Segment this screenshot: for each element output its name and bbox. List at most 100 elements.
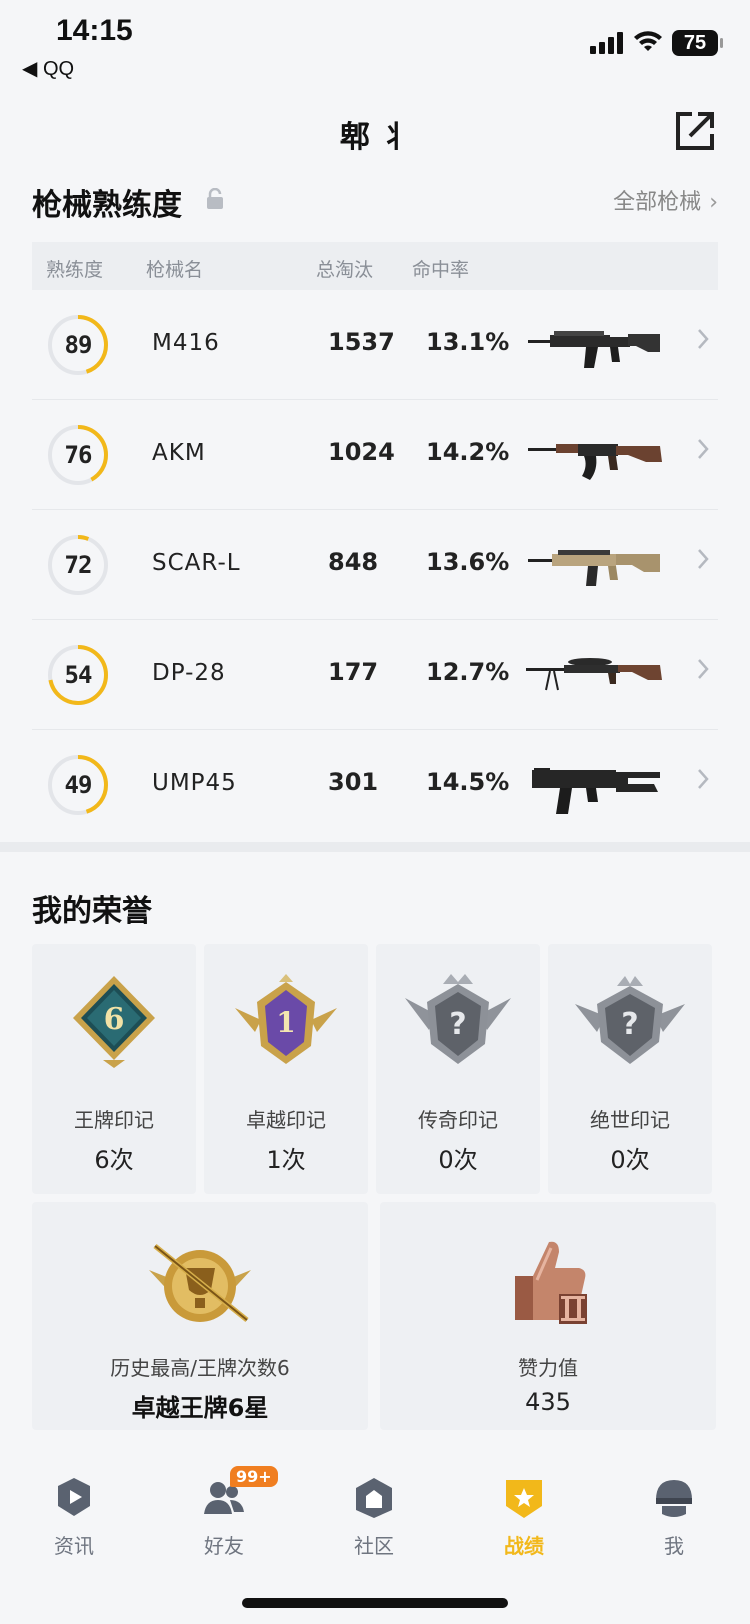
highest-rank-value: 卓越王牌6星 [131, 1394, 269, 1422]
peerless-emblem-mark: ? [621, 1007, 638, 1042]
weapon-name: AKM [152, 440, 206, 466]
honor-card-peerless[interactable]: ? 绝世印记 0次 [548, 944, 712, 1194]
section-divider [0, 842, 750, 852]
honor-section-title: 我的荣誉 [32, 894, 152, 929]
weapon-list: 89 M416 1537 13.1% 76 AKM 1024 14.2% 72 … [32, 290, 718, 840]
weapon-name: SCAR-L [152, 550, 241, 576]
honor-card-legend[interactable]: ? 传奇印记 0次 [376, 944, 540, 1194]
weapon-section-header: 枪械熟练度 全部枪械 › [32, 180, 718, 224]
likes-label: 赞力值 [518, 1356, 578, 1380]
proficiency-value: 76 [64, 441, 93, 469]
weapon-row[interactable]: 76 AKM 1024 14.2% [32, 400, 718, 510]
nav-community-label: 社区 [354, 1534, 394, 1558]
weapon-kills: 848 [328, 548, 379, 576]
all-weapons-link[interactable]: 全部枪械 › [613, 184, 718, 216]
excellence-emblem-icon: 1 [235, 974, 337, 1064]
scar-l-rifle-icon [528, 550, 660, 586]
honor-name: 传奇印记 [418, 1108, 498, 1132]
proficiency-value: 72 [64, 551, 93, 579]
weapon-accuracy: 14.5% [426, 768, 510, 796]
share-icon[interactable] [674, 110, 716, 152]
weapon-accuracy: 12.7% [426, 658, 510, 686]
proficiency-value: 89 [64, 331, 93, 359]
lock-icon [207, 188, 223, 209]
thumbs-up-icon [515, 1241, 587, 1324]
status-time: 14:15 [56, 14, 133, 47]
nav-friends-label: 好友 [204, 1534, 244, 1558]
weapon-name: UMP45 [152, 770, 237, 796]
profile-icon [656, 1480, 692, 1517]
honor-count: 6次 [94, 1146, 134, 1174]
weapon-section-title: 枪械熟练度 [32, 188, 182, 223]
col-accuracy: 命中率 [412, 259, 470, 281]
weapon-table-header: 熟练度 枪械名 总淘汰 命中率 [32, 242, 718, 290]
nav-profile-label: 我 [664, 1534, 684, 1558]
col-proficiency: 熟练度 [46, 259, 104, 281]
weapon-row[interactable]: 54 DP-28 177 12.7% [32, 620, 718, 730]
col-weapon-name: 枪械名 [146, 259, 204, 281]
rank-trophy-icon [149, 1244, 251, 1322]
legend-emblem-icon: ? [405, 974, 511, 1064]
community-icon [356, 1478, 392, 1518]
m416-rifle-icon [528, 331, 660, 368]
highest-rank-label: 历史最高/王牌次数6 [110, 1356, 290, 1380]
akm-rifle-icon [528, 444, 662, 480]
weapon-name: M416 [152, 330, 220, 356]
weapon-accuracy: 13.6% [426, 548, 510, 576]
nav-news-label: 资讯 [54, 1534, 94, 1558]
wifi-icon [634, 31, 662, 51]
legend-emblem-mark: ? [449, 1007, 466, 1042]
nav-stats[interactable]: 战绩 [464, 1476, 584, 1559]
highest-rank-card[interactable]: 历史最高/王牌次数6 卓越王牌6星 [32, 1202, 368, 1430]
weapon-kills: 177 [328, 658, 379, 686]
honor-card-excellence[interactable]: 1 卓越印记 1次 [204, 944, 368, 1194]
nav-stats-label: 战绩 [504, 1534, 544, 1558]
weapon-kills: 301 [328, 768, 379, 796]
status-bar: 14:15 ◀ QQ 75 [0, 0, 750, 96]
nav-community[interactable]: 社区 [314, 1476, 434, 1559]
news-icon [58, 1478, 90, 1516]
home-indicator[interactable] [242, 1598, 508, 1608]
excellence-emblem-number: 1 [276, 1006, 295, 1039]
weapon-row[interactable]: 49 UMP45 301 14.5% [32, 730, 718, 840]
chevron-right-icon [698, 769, 709, 789]
stats-icon [506, 1480, 542, 1518]
friends-unread-badge: 99+ [230, 1466, 278, 1487]
col-total-kills: 总淘汰 [316, 259, 374, 281]
honor-name: 绝世印记 [590, 1108, 670, 1132]
ace-emblem-number: 6 [104, 1002, 125, 1037]
chevron-right-icon [698, 329, 709, 349]
honor-count: 0次 [610, 1146, 650, 1174]
nav-profile[interactable]: 我 [614, 1476, 734, 1559]
chevron-right-icon: › [709, 190, 718, 215]
page-title: 郫 丬 [339, 120, 411, 155]
honor-name: 卓越印记 [246, 1108, 326, 1132]
ace-emblem-icon: 6 [73, 976, 155, 1068]
weapon-accuracy: 13.1% [426, 328, 510, 356]
likes-value: 435 [525, 1388, 571, 1416]
honor-name: 王牌印记 [74, 1108, 154, 1132]
honor-card-ace[interactable]: 6 王牌印记 6次 [32, 944, 196, 1194]
proficiency-value: 54 [64, 661, 93, 689]
weapon-row[interactable]: 72 SCAR-L 848 13.6% [32, 510, 718, 620]
ump45-smg-icon [532, 768, 660, 814]
battery-indicator: 75 [672, 30, 723, 56]
chevron-right-icon [698, 439, 709, 459]
weapon-kills: 1024 [328, 438, 395, 466]
dp-28-gun-icon [526, 658, 662, 691]
signal-icon [590, 32, 623, 54]
weapon-name: DP-28 [152, 660, 226, 686]
back-to-app-link[interactable]: ◀ QQ [22, 56, 74, 81]
all-weapons-label: 全部枪械 [613, 190, 702, 215]
weapon-row[interactable]: 89 M416 1537 13.1% [32, 290, 718, 400]
proficiency-value: 49 [64, 771, 93, 799]
peerless-emblem-icon: ? [575, 976, 685, 1064]
chevron-right-icon [698, 549, 709, 569]
honor-count: 0次 [438, 1146, 478, 1174]
chevron-right-icon [698, 659, 709, 679]
nav-friends[interactable]: 99+ 好友 [164, 1466, 284, 1559]
weapon-accuracy: 14.2% [426, 438, 510, 466]
weapon-kills: 1537 [328, 328, 395, 356]
likes-card[interactable]: 赞力值 435 [380, 1202, 716, 1430]
nav-news[interactable]: 资讯 [14, 1476, 134, 1559]
